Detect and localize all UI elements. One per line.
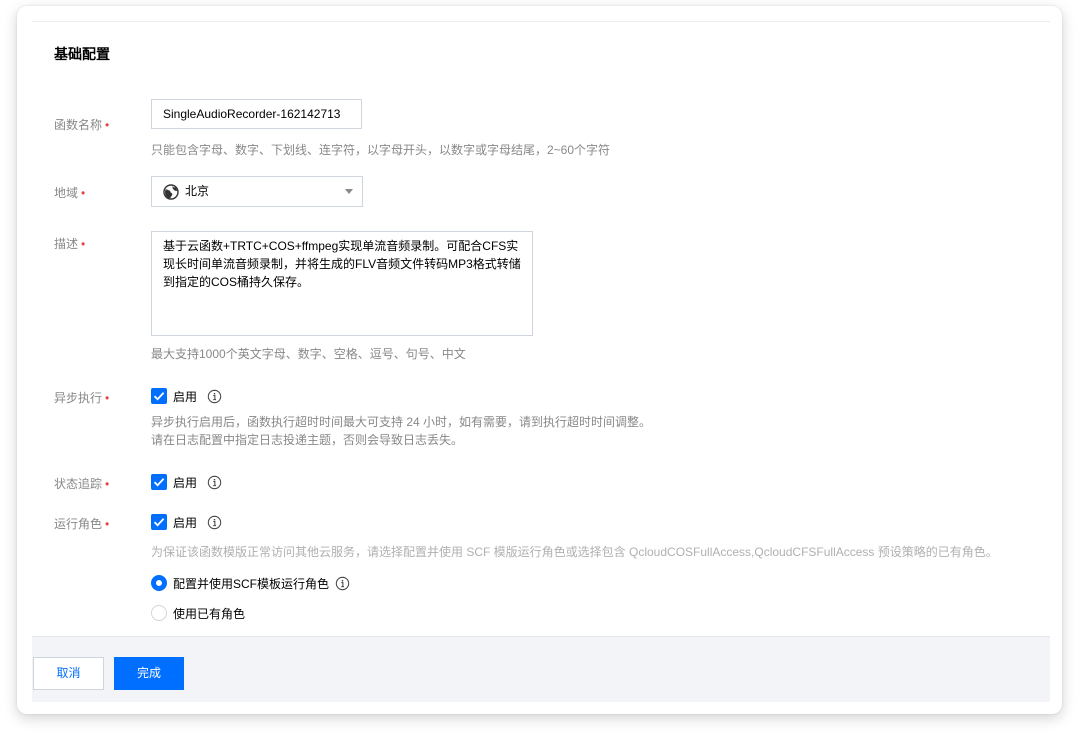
required-mark: •	[105, 477, 110, 491]
required-mark: •	[105, 517, 110, 531]
info-icon[interactable]	[207, 515, 222, 530]
chevron-down-icon	[345, 189, 353, 194]
status-tracking-toggle[interactable]: 启用	[151, 473, 222, 491]
info-icon[interactable]	[335, 576, 350, 591]
radio-label: 配置并使用SCF模板运行角色	[173, 576, 330, 591]
globe-icon	[163, 184, 179, 200]
done-button[interactable]: 完成	[114, 657, 184, 690]
footer-bar: 取消 完成	[32, 636, 1050, 702]
status-tracking-checkbox[interactable]	[151, 474, 167, 490]
region-value: 北京	[185, 184, 210, 198]
async-exec-checkbox[interactable]	[151, 388, 167, 404]
description-hint: 最大支持1000个英文字母、数字、空格、逗号、句号、中文	[151, 347, 466, 361]
run-role-hint: 为保证该函数模版正常访问其他云服务，请选择配置并使用 SCF 模版运行角色或选择…	[151, 545, 998, 559]
status-tracking-checkbox-label: 启用	[173, 475, 198, 490]
async-exec-checkbox-label: 启用	[173, 389, 198, 404]
required-mark: •	[105, 391, 110, 405]
info-icon[interactable]	[207, 475, 222, 490]
cancel-button[interactable]: 取消	[33, 657, 104, 690]
status-tracking-label: 状态追踪 •	[54, 477, 110, 491]
radio-option-scf-template-role[interactable]: 配置并使用SCF模板运行角色	[151, 574, 350, 592]
radio-button[interactable]	[151, 605, 167, 621]
radio-option-existing-role[interactable]: 使用已有角色	[151, 604, 245, 622]
radio-label: 使用已有角色	[173, 606, 246, 621]
region-label: 地域 •	[54, 186, 86, 200]
config-panel: 基础配置 函数名称 • SingleAudioRecorder-162142713…	[17, 6, 1062, 714]
description-textarea[interactable]: 基于云函数+TRTC+COS+ffmpeg实现单流音频录制。可配合CFS实现长时…	[151, 231, 533, 336]
function-name-input[interactable]: SingleAudioRecorder-162142713	[151, 99, 362, 129]
region-select[interactable]: 北京	[151, 176, 363, 207]
async-exec-toggle[interactable]: 启用	[151, 387, 222, 405]
async-exec-label: 异步执行 •	[54, 391, 110, 405]
required-mark: •	[81, 186, 86, 200]
description-label: 描述 •	[54, 237, 86, 251]
required-mark: •	[105, 118, 110, 132]
run-role-checkbox-label: 启用	[173, 515, 198, 530]
async-exec-hint-2: 请在日志配置中指定日志投递主题，否则会导致日志丢失。	[151, 433, 464, 447]
function-name-hint: 只能包含字母、数字、下划线、连字符，以字母开头，以数字或字母结尾，2~60个字符	[151, 143, 611, 157]
function-name-label: 函数名称 •	[54, 118, 110, 132]
section-title: 基础配置	[54, 46, 110, 62]
run-role-toggle[interactable]: 启用	[151, 513, 222, 531]
run-role-label: 运行角色 •	[54, 517, 110, 531]
top-divider	[32, 21, 1050, 22]
async-exec-hint-1: 异步执行启用后，函数执行超时时间最大可支持 24 小时，如有需要，请到执行超时时…	[151, 415, 652, 429]
radio-button[interactable]	[151, 575, 167, 591]
info-icon[interactable]	[207, 389, 222, 404]
required-mark: •	[81, 237, 86, 251]
run-role-checkbox[interactable]	[151, 514, 167, 530]
